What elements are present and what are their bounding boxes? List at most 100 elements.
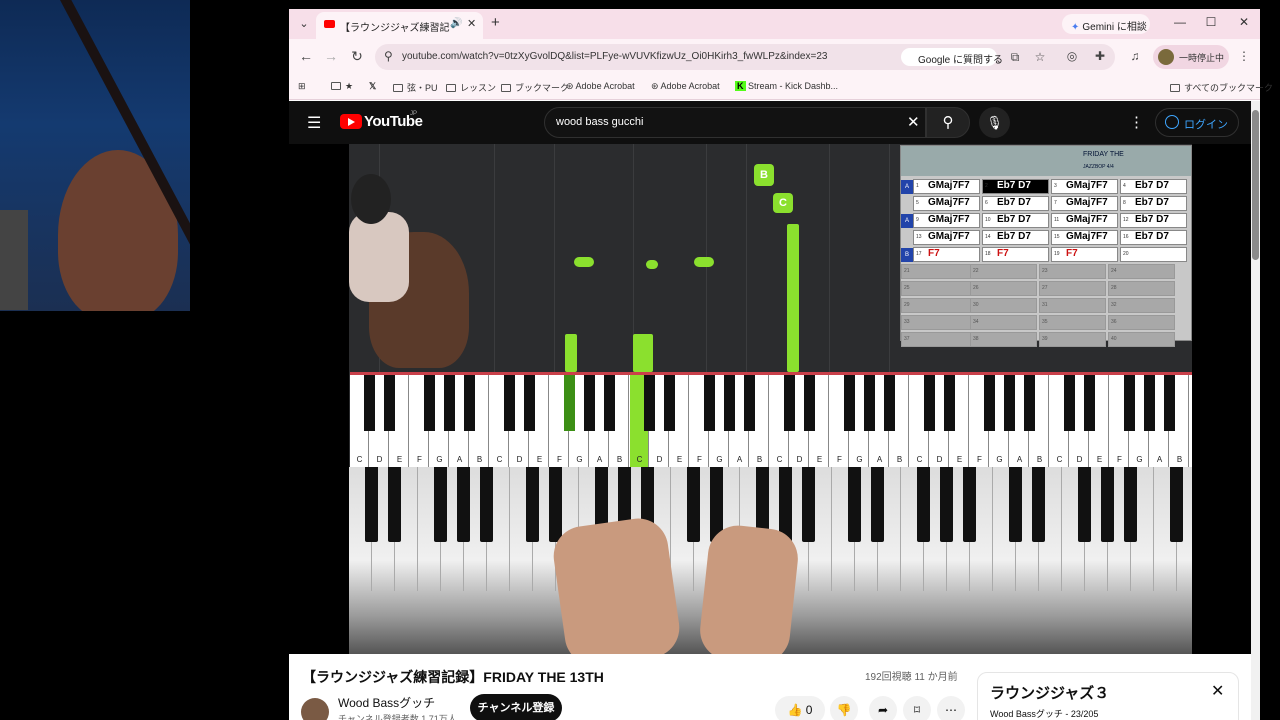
bookmark-strings[interactable]: 弦・PU [393,81,438,94]
bookmark-adobe-1[interactable]: ⊛ Adobe Acrobat [566,81,635,92]
all-bookmarks[interactable]: すべてのブックマーク [1170,81,1273,94]
thumbs-down-icon: 👎 [836,703,852,717]
bookmark-lesson[interactable]: レッスン [446,81,496,94]
key-label: A [1156,455,1163,464]
profile-pause-button[interactable]: 一時停止中 [1153,45,1229,69]
key-label: D [656,455,663,464]
falling-note [633,334,653,372]
bar-number: 39 [1042,336,1048,342]
grid-line [746,144,747,372]
active-tab[interactable]: 【ラウンジジャズ練習記録】FRIDAY 🔊 ✕ [316,12,483,39]
key-label: E [956,455,963,464]
chord-cell: 14 Eb7 D7 [982,230,1049,245]
bar-number: 3 [1054,183,1057,189]
youtube-logo-icon[interactable] [340,114,362,129]
key-label: E [1096,455,1103,464]
key-label: F [417,455,422,464]
bar-number: 27 [1042,285,1048,291]
search-button[interactable]: ⚲ [926,107,970,138]
reload-icon[interactable]: ↻ [348,48,366,65]
window-close-icon[interactable]: ✕ [1234,15,1254,29]
piano-black-key [1101,467,1114,542]
dislike-button[interactable]: 👎 [830,696,858,720]
tab-close-icon[interactable]: ✕ [467,17,476,30]
bookmark-star[interactable]: ★ [331,81,353,92]
browser-menu-icon[interactable]: ⋮ [1236,49,1252,63]
playlist-close-icon[interactable]: ✕ [1211,681,1224,701]
key-label: D [516,455,523,464]
address-bar[interactable]: ⚲ youtube.com/watch?v=0tzXyGvolDQ&list=P… [375,44,1115,70]
extension-icon[interactable]: ◎ [1064,49,1080,63]
site-info-icon[interactable]: ⚲ [384,49,393,63]
minimize-icon[interactable]: — [1170,15,1190,29]
black-key [364,375,375,431]
voice-search-icon[interactable]: 🎙 [979,107,1010,138]
chord-symbol: F7 [928,248,940,259]
bookmark-star-icon[interactable]: ☆ [1032,50,1048,64]
hamburger-menu-icon[interactable]: ☰ [307,113,321,133]
small-note-marker [646,260,658,269]
subscribe-button[interactable]: チャンネル登録 [470,694,562,720]
chord-chart-panel: FRIDAY THE JAZZBOP 4/4 1 GMaj7F7 2 Eb7 D7 3 G… [900,145,1192,347]
key-label: G [1136,455,1143,464]
maximize-icon[interactable]: ☐ [1201,15,1221,29]
bar-number: 38 [973,336,979,342]
piano-black-key [388,467,401,542]
speaker-icon[interactable]: 🔊 [450,18,462,29]
share-button[interactable]: ➦ [869,696,897,720]
cast-icon[interactable]: ⧉ [1007,50,1023,65]
black-key [384,375,395,431]
puzzle-icon[interactable]: ✚ [1092,49,1108,63]
key-label: A [736,455,743,464]
apps-icon[interactable]: ⊞ [298,81,306,92]
folder-icon [1170,84,1180,92]
new-tab-icon[interactable]: + [491,14,500,31]
playlist-panel[interactable]: ラウンジジャズ３ Wood Bassグッチ - 23/205 ✕ [977,672,1239,720]
bookmark-bookmarks[interactable]: ブックマーク [501,81,569,94]
playlist-title: ラウンジジャズ３ [990,685,1110,702]
chord-symbol: Eb7 D7 [1135,197,1169,208]
forward-icon[interactable]: → [322,48,340,64]
bar-number: 19 [1054,251,1060,257]
more-actions-button[interactable]: ⋯ [937,696,965,720]
channel-name[interactable]: Wood Bassグッチ [338,694,435,711]
bar-number: 28 [1111,285,1117,291]
empty-bar-cell: 23 [1039,264,1106,279]
chord-cell: 7 GMaj7F7 [1051,196,1118,211]
bar-number: 17 [916,251,922,257]
clear-search-icon[interactable]: ✕ [907,113,920,131]
x-icon[interactable]: 𝕏 [369,81,376,92]
channel-avatar[interactable] [301,698,329,720]
bar-number: 18 [985,251,991,257]
save-button[interactable]: ⌑ [903,696,931,720]
key-label: A [456,455,463,464]
key-label: F [977,455,982,464]
black-key [944,375,955,431]
tab-search-icon[interactable]: ⌄ [295,15,313,33]
folder-icon [501,84,511,92]
ask-google-button[interactable]: Google に質問する [901,48,1003,66]
video-player[interactable]: B C FRIDAY THE JAZZBOP 4/4 1 GMaj7F7 2 Eb7 … [289,144,1251,654]
empty-bar-cell: 40 [1108,332,1175,347]
key-label: E [396,455,403,464]
like-button[interactable]: 👍 0 [775,696,825,720]
scrollbar-thumb[interactable] [1252,110,1259,260]
note-label-b: B [754,164,774,186]
page-scrollbar[interactable] [1251,101,1260,720]
key-label: B [616,455,623,464]
chord-symbol: F7 [997,248,1009,259]
black-key [564,375,575,431]
gemini-button[interactable]: ✦ Gemini に相談 [1062,14,1150,34]
gemini-label: Gemini に相談 [1082,22,1147,33]
media-icon[interactable]: ♫ [1127,49,1143,63]
grid-line [889,144,890,372]
search-input[interactable]: wood bass gucchi ✕ [544,107,926,138]
more-icon[interactable]: ⋮ [1129,113,1144,131]
bookmark-kick[interactable]: K Stream - Kick Dashb... [735,81,838,91]
login-button[interactable]: ログイン [1155,108,1239,137]
tab-title: 【ラウンジジャズ練習記録】FRIDAY [340,23,450,34]
key-label: C [916,455,923,464]
bookmark-adobe-2[interactable]: ⊛ Adobe Acrobat [651,81,720,92]
small-note-marker [694,257,714,267]
back-icon[interactable]: ← [297,48,315,64]
